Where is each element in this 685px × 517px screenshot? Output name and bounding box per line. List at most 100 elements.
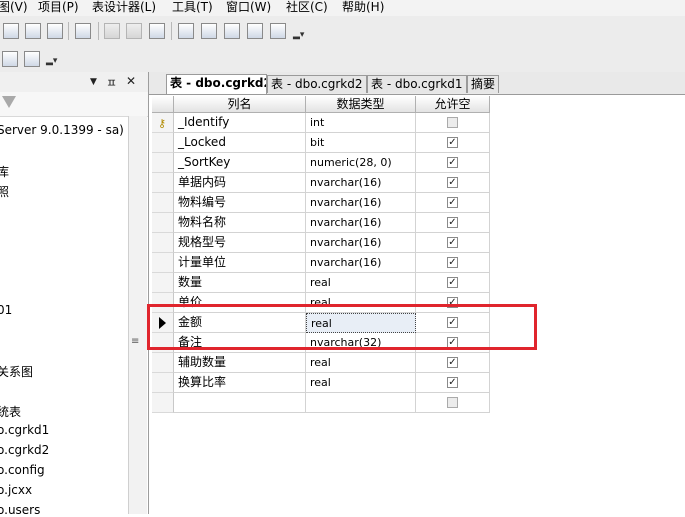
column-name-cell[interactable]: _SortKey (174, 153, 306, 173)
properties-icon[interactable] (24, 51, 40, 67)
document-tabs: 表 - dbo.cgrkd2 表 - dbo.cgrkd2 表 - dbo.cg… (149, 72, 685, 95)
column-name-cell[interactable]: 数量 (174, 273, 306, 293)
tree-item-system-tables[interactable]: 统表 (0, 403, 21, 420)
allow-null-checkbox[interactable]: ✓ (447, 217, 458, 228)
allow-null-checkbox[interactable]: ✓ (447, 157, 458, 168)
menu-table-designer[interactable]: 表设计器(L) (92, 0, 156, 15)
menu-window[interactable]: 窗口(W) (226, 0, 271, 15)
tree-item[interactable]: 01 (0, 303, 12, 317)
row-selector[interactable] (152, 213, 174, 233)
delete-column-icon[interactable] (47, 23, 63, 39)
data-type-cell[interactable]: int (306, 113, 416, 133)
toolbar-overflow-icon[interactable]: ▂▾ (46, 56, 57, 66)
menu-community[interactable]: 社区(C) (286, 0, 328, 15)
menu-project[interactable]: 项目(P) (38, 0, 79, 15)
tree-item-diagrams[interactable]: 关系图 (0, 363, 33, 380)
data-type-cell[interactable]: bit (306, 133, 416, 153)
tab-cgrkd2[interactable]: 表 - dbo.cgrkd2 (267, 75, 367, 93)
tree-item-table[interactable]: o.jcxx (0, 483, 32, 497)
tree-item-server[interactable]: Server 9.0.1399 - sa) (0, 123, 124, 137)
allow-null-checkbox[interactable]: ✓ (447, 237, 458, 248)
data-type-cell[interactable]: nvarchar(16) (306, 253, 416, 273)
column-name-cell[interactable]: 计量单位 (174, 253, 306, 273)
pin-icon[interactable]: ㅍ (106, 74, 117, 91)
allow-null-checkbox[interactable]: ✓ (447, 277, 458, 288)
tree-item-table[interactable]: o.cgrkd2 (0, 443, 49, 457)
highlight-box (147, 304, 537, 350)
column-header-name: 列名 (174, 96, 306, 113)
row-selector[interactable] (152, 393, 174, 413)
tree-item-table[interactable]: o.cgrkd1 (0, 423, 49, 437)
allow-null-checkbox[interactable]: ✓ (447, 137, 458, 148)
column-name-cell[interactable]: 物料编号 (174, 193, 306, 213)
row-selector[interactable] (152, 193, 174, 213)
primary-key-icon: ⚷ (158, 117, 167, 130)
close-icon[interactable]: ✕ (126, 74, 136, 88)
relationships-icon[interactable] (178, 23, 194, 39)
panel-dropdown-icon[interactable]: ▼ (90, 77, 97, 87)
row-selector[interactable] (152, 253, 174, 273)
tab-cgrkd1[interactable]: 表 - dbo.cgrkd1 (367, 75, 467, 93)
row-selector[interactable] (152, 133, 174, 153)
allow-null-checkbox[interactable] (447, 117, 458, 128)
data-type-cell[interactable]: numeric(28, 0) (306, 153, 416, 173)
column-name-cell[interactable] (174, 393, 306, 413)
check-constraints-icon[interactable] (270, 23, 286, 39)
add-column-icon[interactable] (25, 23, 41, 39)
menu-help[interactable]: 帮助(H) (342, 0, 384, 15)
data-type-cell[interactable]: real (306, 273, 416, 293)
column-name-cell[interactable]: 辅助数量 (174, 353, 306, 373)
allow-null-checkbox[interactable]: ✓ (447, 357, 458, 368)
row-selector[interactable] (152, 173, 174, 193)
vertical-scrollbar[interactable]: ≡ (128, 116, 147, 514)
save-icon[interactable] (126, 23, 142, 39)
row-selector[interactable]: ⚷ (152, 113, 174, 133)
allow-null-checkbox[interactable] (447, 397, 458, 408)
menu-view[interactable]: 图(V) (0, 0, 28, 15)
save-all-icon[interactable] (149, 23, 165, 39)
tree-item[interactable]: 照 (0, 183, 9, 200)
allow-null-checkbox[interactable]: ✓ (447, 177, 458, 188)
allow-null-cell: ✓ (416, 373, 490, 393)
tree-item-table[interactable]: o.config (0, 463, 45, 477)
data-type-cell[interactable] (306, 393, 416, 413)
new-query-icon[interactable] (75, 23, 91, 39)
allow-null-cell: ✓ (416, 173, 490, 193)
xml-index-icon[interactable] (247, 23, 263, 39)
scrollbar-grip-icon[interactable]: ≡ (131, 336, 139, 347)
designer-icon[interactable] (3, 23, 19, 39)
row-selector[interactable] (152, 153, 174, 173)
fulltext-icon[interactable] (224, 23, 240, 39)
tree-item-table[interactable]: o.users (0, 503, 40, 517)
row-selector[interactable] (152, 353, 174, 373)
column-name-cell[interactable]: _Locked (174, 133, 306, 153)
column-name-cell[interactable]: 物料名称 (174, 213, 306, 233)
data-type-cell[interactable]: real (306, 373, 416, 393)
cut-icon[interactable] (104, 23, 120, 39)
column-name-cell[interactable]: 规格型号 (174, 233, 306, 253)
tree-item[interactable]: 库 (0, 163, 9, 180)
menu-tools[interactable]: 工具(T) (172, 0, 213, 15)
column-name-cell[interactable]: 换算比率 (174, 373, 306, 393)
data-type-cell[interactable]: real (306, 353, 416, 373)
row-selector[interactable] (152, 233, 174, 253)
data-type-cell[interactable]: nvarchar(16) (306, 193, 416, 213)
allow-null-cell: ✓ (416, 353, 490, 373)
data-type-cell[interactable]: nvarchar(16) (306, 213, 416, 233)
data-type-cell[interactable]: nvarchar(16) (306, 173, 416, 193)
allow-null-checkbox[interactable]: ✓ (447, 197, 458, 208)
indexes-icon[interactable] (201, 23, 217, 39)
toolbar-separator (68, 22, 69, 40)
data-type-cell[interactable]: nvarchar(16) (306, 233, 416, 253)
xml-icon[interactable] (2, 51, 18, 67)
allow-null-checkbox[interactable]: ✓ (447, 377, 458, 388)
toolbar-overflow-icon[interactable]: ▂▾ (293, 30, 304, 40)
row-selector[interactable] (152, 273, 174, 293)
column-name-cell[interactable]: _Identify (174, 113, 306, 133)
tab-summary[interactable]: 摘要 (467, 75, 499, 93)
tab-cgrkd2-active[interactable]: 表 - dbo.cgrkd2 (166, 74, 267, 94)
row-selector[interactable] (152, 373, 174, 393)
allow-null-checkbox[interactable]: ✓ (447, 257, 458, 268)
filter-icon[interactable] (2, 96, 16, 108)
column-name-cell[interactable]: 单据内码 (174, 173, 306, 193)
